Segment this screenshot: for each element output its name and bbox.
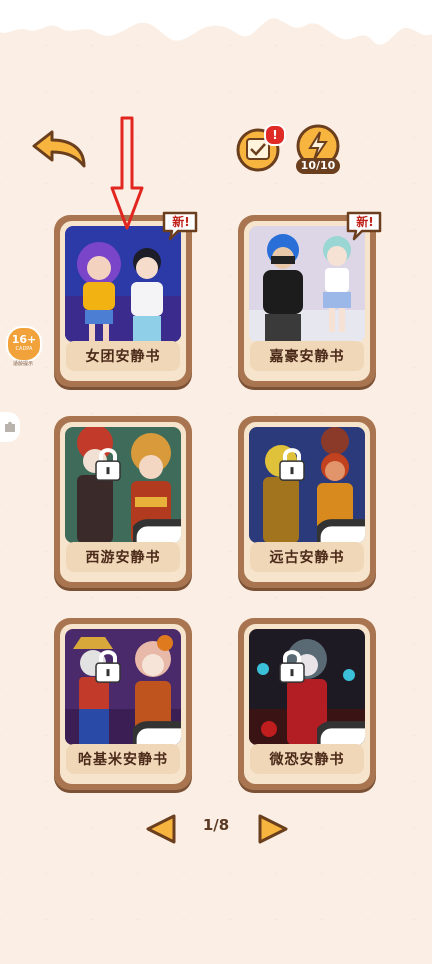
- page-indicator: 1/8: [202, 816, 230, 834]
- age-rating-badge[interactable]: 16+ CADPA: [6, 326, 42, 362]
- book-card-ancient[interactable]: 远古安静书: [238, 416, 376, 588]
- new-tag-text: 新!: [172, 215, 190, 229]
- prev-arrow-icon: [146, 814, 176, 844]
- book-card-girl-group[interactable]: 女团安静书 新!: [54, 211, 198, 387]
- card-label: 西游安静书: [66, 542, 180, 572]
- video-icon: [317, 721, 365, 745]
- card-label: 远古安静书: [250, 542, 364, 572]
- book-card-jiahao[interactable]: 嘉豪安静书 新!: [238, 211, 382, 387]
- lock-icon: [279, 650, 305, 683]
- card-portrait-ancient: [249, 427, 365, 543]
- card-label: 嘉豪安静书: [250, 341, 364, 371]
- video-icon: [133, 721, 181, 745]
- puzzle-icon: [5, 421, 15, 432]
- lock-icon: [279, 448, 305, 481]
- next-page-button[interactable]: [256, 812, 290, 846]
- energy-button[interactable]: 10/10: [294, 124, 342, 174]
- calendar-badge: !: [264, 124, 286, 146]
- red-down-arrow-icon: [110, 116, 144, 230]
- new-tag-text: 新!: [356, 215, 374, 229]
- lock-icon: [95, 650, 121, 683]
- energy-count: 10/10: [296, 158, 340, 174]
- card-portrait-jiahao: [249, 226, 365, 342]
- card-label: 微恐安静书: [250, 744, 364, 774]
- new-tag: 新!: [160, 209, 200, 241]
- lock-icon: [95, 448, 121, 481]
- card-label: 女团安静书: [66, 341, 180, 371]
- back-button[interactable]: [30, 128, 88, 170]
- next-arrow-icon: [258, 814, 288, 844]
- video-icon: [317, 519, 365, 543]
- book-card-journey-west[interactable]: 西游安静书: [54, 416, 192, 588]
- top-drip-decoration: [0, 0, 432, 45]
- card-label: 哈基米安静书: [66, 744, 180, 774]
- card-portrait-hajimi: [65, 629, 181, 745]
- age-rating-text: 16+: [11, 333, 37, 346]
- video-icon: [133, 519, 181, 543]
- card-portrait-mild-horror: [249, 629, 365, 745]
- back-arrow-icon: [32, 130, 86, 168]
- calendar-button[interactable]: !: [236, 124, 286, 172]
- prev-page-button[interactable]: [144, 812, 178, 846]
- age-rating-note: 适龄提示: [12, 361, 33, 367]
- card-portrait-journey-west: [65, 427, 181, 543]
- card-portrait-girl-group: [65, 226, 181, 342]
- age-rating-caption: CADPA: [15, 346, 33, 352]
- book-card-hajimi[interactable]: 哈基米安静书: [54, 618, 192, 790]
- pager: 1/8: [0, 808, 432, 848]
- puzzle-side-button[interactable]: [0, 412, 20, 442]
- new-tag: 新!: [344, 209, 384, 241]
- book-card-mild-horror[interactable]: 微恐安静书: [238, 618, 376, 790]
